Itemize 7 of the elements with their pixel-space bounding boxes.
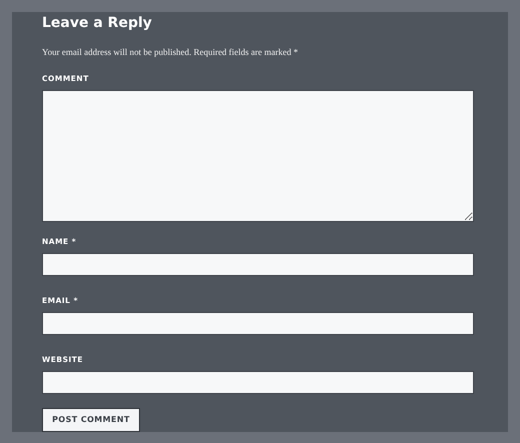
post-comment-button[interactable]: POST COMMENT [42, 408, 140, 432]
form-heading: Leave a Reply [42, 14, 152, 32]
notice-text: Your email address will not be published. Required fields are marked * [42, 46, 298, 58]
input-field[interactable] [42, 252, 474, 276]
input-field[interactable] [42, 370, 474, 394]
input-field[interactable] [42, 312, 474, 335]
comment-field[interactable] [42, 90, 474, 222]
